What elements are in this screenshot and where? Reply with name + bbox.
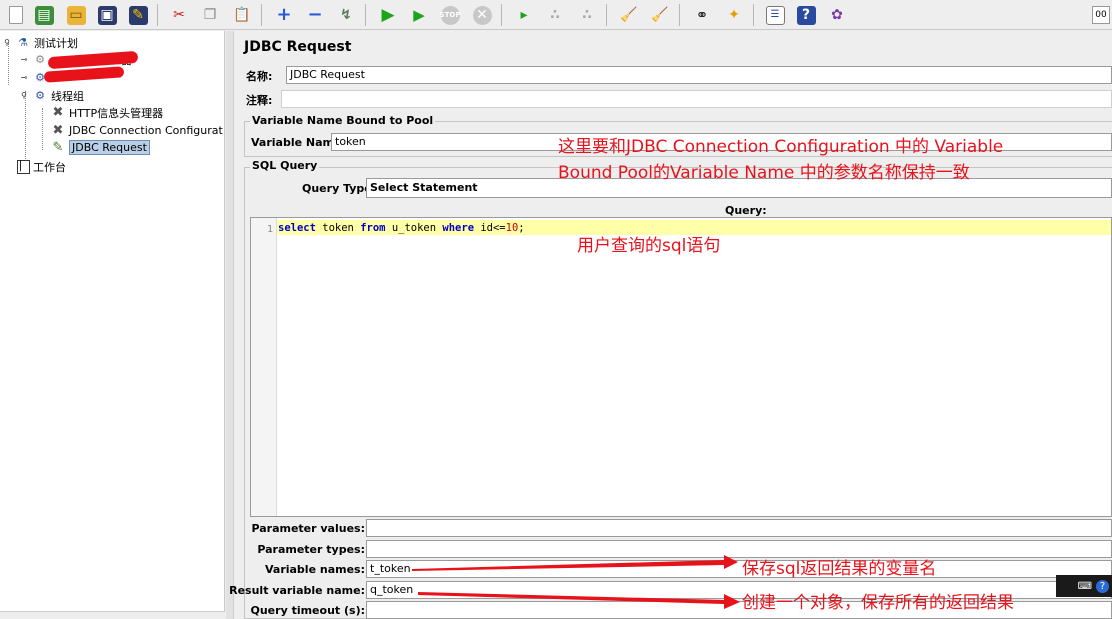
annotation-arrows: [412, 555, 740, 609]
annotation-note-3: 保存sql返回结果的变量名: [742, 559, 937, 579]
annotation-note-4: 创建一个对象，保存所有的返回结果: [742, 593, 1014, 613]
arrow-to-variable-names: [412, 555, 738, 571]
keyboard-icon[interactable]: ⌨: [1078, 581, 1092, 592]
help-circle-icon[interactable]: ?: [1096, 579, 1109, 593]
system-tray: ⌨ ?: [1056, 575, 1112, 597]
arrow-to-result-variable: [418, 592, 740, 609]
